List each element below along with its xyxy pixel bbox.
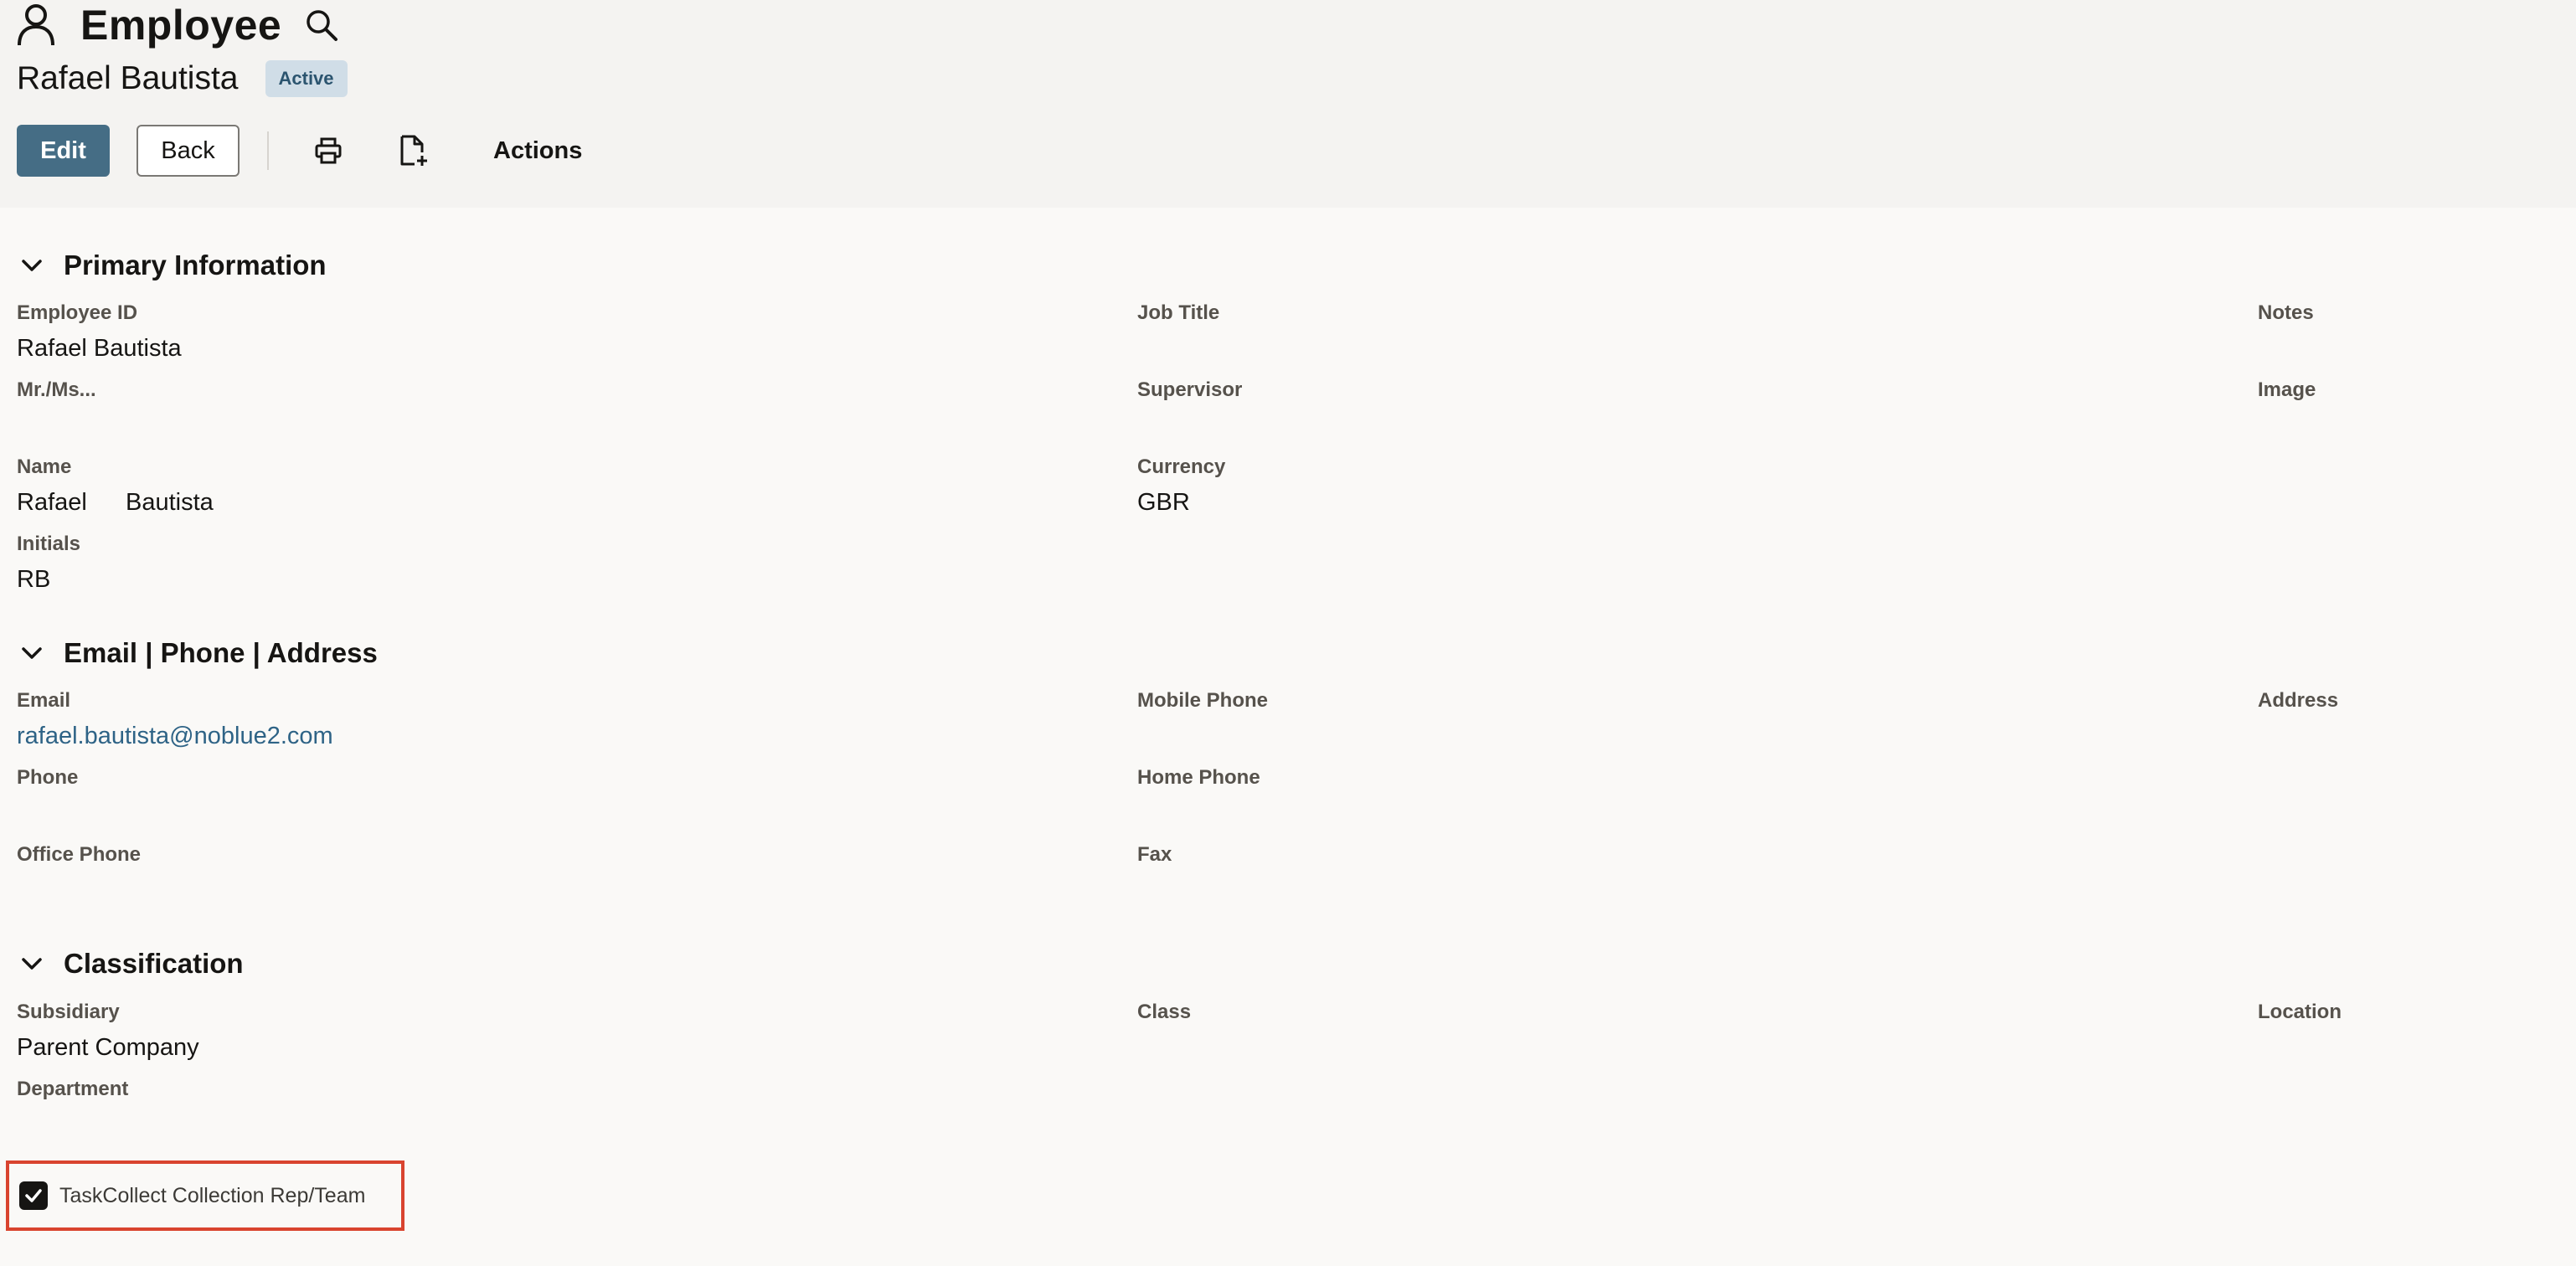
new-document-icon <box>400 135 427 166</box>
record-row: Rafael Bautista Active <box>17 55 348 102</box>
office-phone-label: Office Phone <box>17 843 142 866</box>
name-label: Name <box>17 455 72 478</box>
currency-value: GBR <box>1137 489 1190 516</box>
subsidiary-value: Parent Company <box>17 1034 199 1061</box>
taskcollect-checkbox[interactable] <box>19 1181 48 1210</box>
initials-label: Initials <box>17 533 81 555</box>
section-title: Classification <box>64 948 244 979</box>
title-row: Employee <box>17 2 338 49</box>
taskcollect-checkbox-label: TaskCollect Collection Rep/Team <box>59 1183 366 1207</box>
phone-label: Phone <box>17 766 79 789</box>
page-header: Employee Rafael Bautista Active Edit Bac… <box>0 0 2576 208</box>
notes-label: Notes <box>2258 301 2314 324</box>
checkmark-icon <box>25 1189 42 1202</box>
printer-icon <box>315 137 342 164</box>
section-email-phone-address[interactable]: Email | Phone | Address <box>17 632 378 674</box>
image-label: Image <box>2258 378 2316 401</box>
back-button[interactable]: Back <box>137 125 240 177</box>
email-link[interactable]: rafael.bautista@noblue2.com <box>17 723 333 750</box>
supervisor-label: Supervisor <box>1137 378 1243 401</box>
person-icon <box>18 4 54 46</box>
job-title-label: Job Title <box>1137 301 1220 324</box>
section-classification[interactable]: Classification <box>17 943 244 985</box>
initials-value: RB <box>17 566 51 593</box>
section-title: Primary Information <box>64 250 327 280</box>
page-title: Employee <box>80 2 282 49</box>
home-phone-label: Home Phone <box>1137 766 1260 789</box>
class-label: Class <box>1137 1001 1192 1023</box>
print-button[interactable] <box>307 130 349 172</box>
actions-menu[interactable]: Actions <box>493 137 582 165</box>
location-label: Location <box>2258 1001 2342 1023</box>
first-name-value: Rafael <box>17 489 87 516</box>
address-label: Address <box>2258 689 2339 712</box>
new-document-button[interactable] <box>393 130 435 172</box>
chevron-down-icon <box>22 260 42 271</box>
taskcollect-checkbox-field: TaskCollect Collection Rep/Team <box>6 1160 404 1231</box>
last-name-value: Bautista <box>126 489 214 516</box>
chevron-down-icon <box>22 647 42 659</box>
mr-ms-label: Mr./Ms... <box>17 378 96 401</box>
fax-label: Fax <box>1137 843 1172 866</box>
department-label: Department <box>17 1078 129 1100</box>
subsidiary-label: Subsidiary <box>17 1001 120 1023</box>
employee-id-label: Employee ID <box>17 301 138 324</box>
employee-id-value: Rafael Bautista <box>17 335 182 362</box>
record-name: Rafael Bautista <box>17 60 239 96</box>
currency-label: Currency <box>1137 455 1226 478</box>
email-label: Email <box>17 689 71 712</box>
section-primary-information[interactable]: Primary Information <box>17 244 327 286</box>
mobile-phone-label: Mobile Phone <box>1137 689 1268 712</box>
section-title: Email | Phone | Address <box>64 637 378 668</box>
chevron-down-icon <box>22 958 42 970</box>
toolbar-divider <box>267 131 269 170</box>
toolbar: Edit Back Actions <box>17 125 582 177</box>
search-icon[interactable] <box>305 8 338 42</box>
status-badge: Active <box>265 60 348 97</box>
edit-button[interactable]: Edit <box>17 125 110 177</box>
